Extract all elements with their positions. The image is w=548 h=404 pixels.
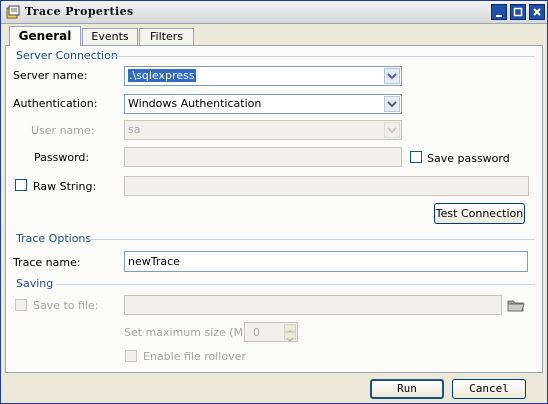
password-label: Password:	[34, 151, 90, 164]
section-divider	[89, 239, 535, 240]
section-divider	[109, 56, 535, 57]
maximize-button[interactable]	[510, 4, 526, 20]
cancel-button[interactable]: Cancel	[452, 379, 526, 399]
save-password-checkbox[interactable]	[410, 151, 422, 163]
server-name-dropdown-button[interactable]	[384, 68, 400, 84]
chevron-down-icon	[387, 73, 397, 80]
save-password-label: Save password	[427, 152, 510, 165]
file-path-input[interactable]	[124, 295, 502, 315]
chevron-down-icon	[286, 337, 294, 342]
password-input[interactable]	[124, 147, 402, 167]
tab-filters[interactable]: Filters	[139, 28, 194, 45]
title-bar[interactable]: Trace Properties	[1, 1, 547, 24]
section-saving: Saving	[16, 277, 54, 290]
trace-name-input[interactable]: newTrace	[124, 251, 528, 272]
minimize-icon	[496, 15, 502, 17]
trace-properties-window: Trace Properties General Events Filters …	[0, 0, 548, 404]
test-connection-button[interactable]: Test Connection	[434, 203, 525, 224]
save-to-file-checkbox[interactable]	[15, 299, 27, 311]
user-name-value: sa	[128, 123, 141, 136]
file-rollover-checkbox[interactable]	[125, 350, 137, 362]
browse-folder-icon[interactable]	[506, 296, 526, 314]
run-button[interactable]: Run	[370, 379, 444, 399]
user-name-dropdown-button[interactable]	[384, 122, 400, 138]
max-size-label: Set maximum size (MB)	[124, 326, 255, 339]
save-to-file-label: Save to file:	[33, 299, 99, 312]
server-name-value: .\sqlexpress	[128, 69, 196, 82]
section-trace-options: Trace Options	[16, 232, 92, 245]
close-icon	[533, 8, 541, 16]
server-name-combo[interactable]: .\sqlexpress	[124, 66, 402, 86]
close-button[interactable]	[529, 4, 545, 20]
raw-string-label: Raw String:	[33, 180, 97, 193]
app-icon	[6, 5, 20, 19]
user-name-label: User name:	[31, 124, 95, 137]
window-title: Trace Properties	[25, 5, 134, 18]
trace-name-value: newTrace	[128, 255, 180, 268]
file-rollover-label: Enable file rollover	[143, 350, 246, 363]
maximize-icon	[513, 7, 523, 17]
max-size-value: 0	[253, 326, 260, 339]
minimize-button[interactable]	[491, 4, 507, 20]
authentication-dropdown-button[interactable]	[384, 96, 400, 112]
tab-events[interactable]: Events	[82, 28, 138, 45]
trace-name-label: Trace name:	[13, 256, 81, 269]
authentication-label: Authentication:	[13, 97, 98, 110]
section-divider	[56, 284, 535, 285]
max-size-stepper[interactable]: 0	[244, 322, 298, 342]
stepper-up-button[interactable]	[284, 324, 296, 335]
server-name-label: Server name:	[13, 69, 88, 82]
raw-string-checkbox[interactable]	[15, 179, 27, 191]
user-name-combo[interactable]: sa	[124, 120, 402, 140]
chevron-down-icon	[387, 101, 397, 108]
authentication-combo[interactable]: Windows Authentication	[124, 94, 402, 114]
tab-general[interactable]: General	[9, 26, 81, 46]
section-server-connection: Server Connection	[16, 49, 118, 62]
authentication-value: Windows Authentication	[128, 97, 262, 110]
raw-string-input[interactable]	[124, 176, 529, 196]
stepper-down-button[interactable]	[284, 332, 296, 342]
chevron-down-icon	[387, 127, 397, 134]
